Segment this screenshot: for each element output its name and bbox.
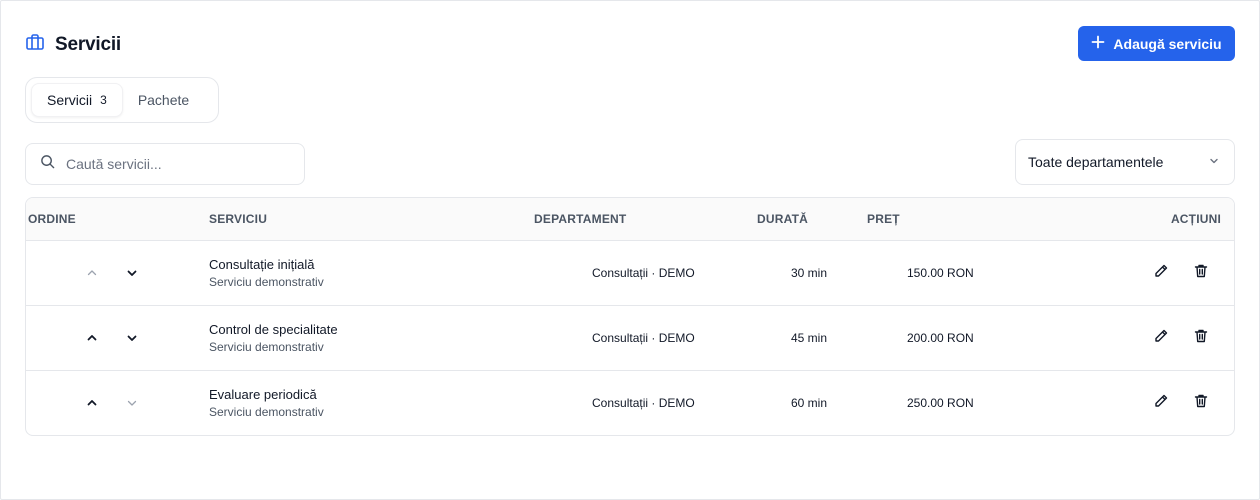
trash-icon (1193, 328, 1209, 349)
column-header-order: ORDINE (28, 212, 76, 226)
trash-icon (1193, 393, 1209, 414)
column-header-department: DEPARTAMENT (534, 212, 627, 226)
service-duration: 60 min (791, 396, 828, 410)
service-price: 200.00 RON (907, 331, 974, 345)
tabs: Servicii 3 Pachete (25, 77, 219, 123)
tab-pachete[interactable]: Pachete (123, 83, 204, 117)
service-price: 150.00 RON (907, 266, 974, 280)
page-title: Servicii (55, 33, 122, 55)
service-price: 250.00 RON (907, 396, 974, 410)
edit-button[interactable] (1152, 264, 1170, 282)
service-name: Evaluare periodică (209, 387, 317, 402)
trash-icon (1193, 263, 1209, 284)
service-name: Control de specialitate (209, 322, 338, 337)
service-description: Serviciu demonstrativ (209, 405, 324, 419)
service-description: Serviciu demonstrativ (209, 340, 324, 354)
pencil-icon (1153, 393, 1169, 414)
table-header: ORDINE SERVICIU DEPARTAMENT DURATĂ PREȚ … (26, 198, 1234, 241)
table-row: Control de specialitate Serviciu demonst… (26, 306, 1234, 371)
table-row: Consultație inițială Serviciu demonstrat… (26, 241, 1234, 306)
service-name: Consultație inițială (209, 257, 315, 272)
service-description: Serviciu demonstrativ (209, 275, 324, 289)
tab-servicii-label: Servicii (47, 92, 93, 108)
tab-servicii[interactable]: Servicii 3 (31, 83, 123, 117)
delete-button[interactable] (1192, 329, 1210, 347)
move-up-button[interactable] (84, 265, 100, 281)
move-up-button[interactable] (84, 330, 100, 346)
briefcase-icon (25, 32, 45, 57)
table-row: Evaluare periodică Serviciu demonstrativ… (26, 371, 1234, 435)
page-header: Servicii Adaugă serviciu (25, 26, 1235, 62)
search-box (25, 143, 305, 185)
column-header-actions: ACȚIUNI (1170, 212, 1221, 226)
pencil-icon (1153, 328, 1169, 349)
column-header-service: SERVICIU (209, 212, 268, 226)
tab-servicii-count: 3 (100, 93, 107, 107)
edit-button[interactable] (1152, 329, 1170, 347)
plus-icon (1091, 35, 1105, 52)
add-service-button[interactable]: Adaugă serviciu (1078, 26, 1235, 61)
delete-button[interactable] (1192, 264, 1210, 282)
search-input[interactable] (66, 156, 286, 172)
search-icon (40, 154, 55, 174)
move-up-button[interactable] (84, 395, 100, 411)
title-wrap: Servicii (25, 32, 121, 57)
column-header-duration: DURATĂ (757, 212, 808, 226)
service-duration: 30 min (791, 266, 828, 280)
department-select-value: Toate departamentele (1028, 154, 1164, 170)
service-department: Consultații · DEMO (592, 331, 695, 345)
edit-button[interactable] (1152, 394, 1170, 412)
service-department: Consultații · DEMO (592, 266, 695, 280)
pencil-icon (1153, 263, 1169, 284)
add-service-label: Adaugă serviciu (1113, 35, 1222, 52)
service-duration: 45 min (791, 331, 828, 345)
department-select[interactable]: Toate departamentele (1015, 139, 1235, 185)
move-down-button[interactable] (124, 330, 140, 346)
service-department: Consultații · DEMO (592, 396, 695, 410)
services-table: ORDINE SERVICIU DEPARTAMENT DURATĂ PREȚ … (25, 197, 1235, 436)
chevron-down-icon (1208, 154, 1220, 170)
move-down-button[interactable] (124, 395, 140, 411)
column-header-price: PREȚ (867, 212, 900, 226)
delete-button[interactable] (1192, 394, 1210, 412)
tab-pachete-label: Pachete (137, 92, 190, 108)
move-down-button[interactable] (124, 265, 140, 281)
